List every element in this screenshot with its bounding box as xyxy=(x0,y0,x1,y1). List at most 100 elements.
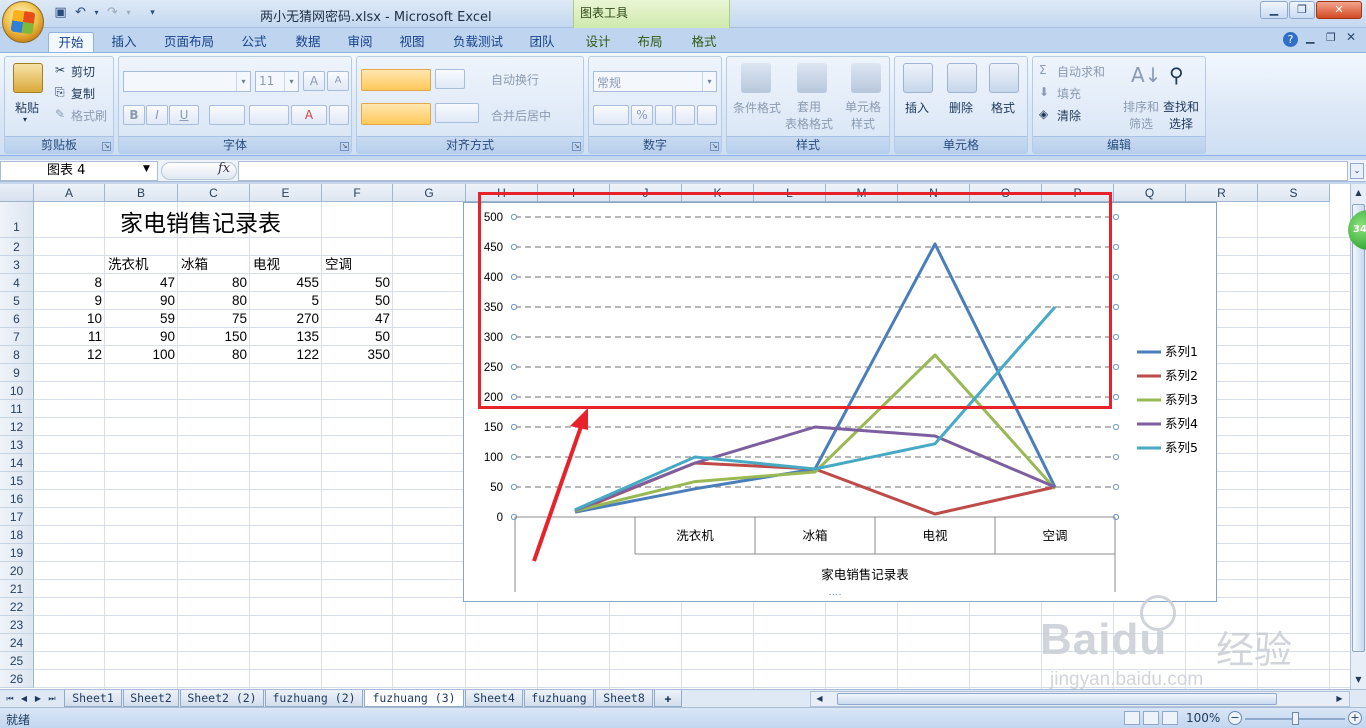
close-button[interactable]: ✕ xyxy=(1316,1,1362,19)
tab-team[interactable]: 团队 xyxy=(522,32,562,52)
right-handle[interactable] xyxy=(1112,333,1120,341)
grow-font-button[interactable]: A xyxy=(303,71,325,91)
normal-view-button[interactable] xyxy=(1124,711,1140,725)
page-layout-view-button[interactable] xyxy=(1143,711,1159,725)
page-break-view-button[interactable] xyxy=(1162,711,1178,725)
font-name-combo[interactable]: ▾ xyxy=(123,71,251,92)
tab-chart-layout[interactable]: 布局 xyxy=(630,32,670,52)
horizontal-align-buttons[interactable] xyxy=(361,103,431,125)
y-axis-handle[interactable] xyxy=(510,303,518,311)
sheet-tab[interactable]: Sheet8 xyxy=(595,690,653,707)
workbook-close-icon[interactable]: ✕ xyxy=(1346,30,1356,44)
name-box-dropdown-icon[interactable]: ▼ xyxy=(143,164,150,174)
orientation-button[interactable] xyxy=(435,69,465,89)
table-cell[interactable]: 80 xyxy=(178,346,250,364)
table-header-cell[interactable]: 空调 xyxy=(325,256,352,274)
y-axis-handle[interactable] xyxy=(510,243,518,251)
vertical-scrollbar[interactable]: ▲ ▼ xyxy=(1350,184,1366,689)
table-cell[interactable]: 10 xyxy=(34,310,105,328)
paste-dropdown-icon[interactable]: ▾ xyxy=(23,115,27,124)
select-all-corner[interactable] xyxy=(0,184,34,202)
column-header[interactable]: F xyxy=(322,184,393,202)
row-header[interactable]: 12 xyxy=(0,418,34,436)
table-cell[interactable]: 135 xyxy=(250,328,322,346)
y-axis-handle[interactable] xyxy=(510,213,518,221)
horizontal-scroll-thumb[interactable] xyxy=(837,693,1277,705)
zoom-in-icon[interactable]: + xyxy=(1348,711,1362,725)
zoom-out-icon[interactable]: − xyxy=(1228,711,1242,725)
ribbon-restore-icon[interactable]: ❐ xyxy=(1326,31,1336,44)
format-painter-button[interactable]: 格式刷 xyxy=(71,107,107,124)
next-sheet-icon[interactable]: ▶ xyxy=(32,692,44,706)
tab-review[interactable]: 审阅 xyxy=(340,32,380,52)
first-sheet-icon[interactable]: ⏮ xyxy=(4,692,16,706)
tab-load-test[interactable]: 负载测试 xyxy=(446,32,510,52)
decrease-decimal-button[interactable] xyxy=(697,105,717,125)
column-header[interactable]: G xyxy=(393,184,466,202)
y-axis-handle[interactable] xyxy=(510,363,518,371)
delete-cells-button[interactable]: 删除 xyxy=(949,99,973,116)
find-select-button[interactable]: 查找和 选择 xyxy=(1163,99,1199,133)
indent-buttons[interactable] xyxy=(435,103,479,123)
tab-data[interactable]: 数据 xyxy=(288,32,328,52)
sheet-tab[interactable]: Sheet2 (2) xyxy=(180,690,264,707)
column-header[interactable]: N xyxy=(898,184,970,202)
scroll-left-icon[interactable]: ◀ xyxy=(813,692,826,706)
table-cell[interactable]: 5 xyxy=(250,292,322,310)
table-cell[interactable]: 122 xyxy=(250,346,322,364)
alignment-launcher-icon[interactable]: ↘ xyxy=(572,142,581,151)
sheet-tab[interactable]: fuzhuang xyxy=(524,690,594,707)
table-cell[interactable]: 150 xyxy=(178,328,250,346)
table-cell[interactable]: 50 xyxy=(322,292,393,310)
tab-view[interactable]: 视图 xyxy=(392,32,432,52)
column-header[interactable]: P xyxy=(1042,184,1114,202)
column-header[interactable]: Q xyxy=(1114,184,1186,202)
save-icon[interactable]: ▣ xyxy=(52,5,69,21)
prev-sheet-icon[interactable]: ◀ xyxy=(18,692,30,706)
right-handle[interactable] xyxy=(1112,273,1120,281)
font-launcher-icon[interactable]: ↘ xyxy=(340,142,349,151)
table-cell[interactable]: 47 xyxy=(322,310,393,328)
zoom-slider-thumb[interactable] xyxy=(1292,712,1299,725)
row-header[interactable]: 18 xyxy=(0,526,34,544)
horizontal-scrollbar[interactable]: ◀ ▶ xyxy=(810,691,1350,707)
row-header[interactable]: 4 xyxy=(0,274,34,292)
paste-icon[interactable] xyxy=(13,63,43,93)
vertical-align-buttons[interactable] xyxy=(361,69,431,91)
tab-home[interactable]: 开始 xyxy=(48,32,94,52)
row-header[interactable]: 23 xyxy=(0,616,34,634)
help-icon[interactable]: ? xyxy=(1283,32,1298,47)
row-header[interactable]: 22 xyxy=(0,598,34,616)
row-header[interactable]: 20 xyxy=(0,562,34,580)
right-handle[interactable] xyxy=(1112,363,1120,371)
column-header[interactable]: J xyxy=(610,184,682,202)
customize-qat-icon[interactable]: ▾ xyxy=(144,5,161,21)
y-axis-handle[interactable] xyxy=(510,333,518,341)
row-header[interactable]: 14 xyxy=(0,454,34,472)
font-name-dropdown-icon[interactable]: ▾ xyxy=(236,72,250,91)
number-format-combo[interactable]: 常规 ▾ xyxy=(593,71,717,92)
insert-cells-button[interactable]: 插入 xyxy=(905,99,929,116)
column-header[interactable]: I xyxy=(538,184,610,202)
cell-styles-button[interactable]: 单元格 样式 xyxy=(845,99,881,133)
sheet-tab[interactable]: Sheet1 xyxy=(64,690,122,707)
tab-chart-design[interactable]: 设计 xyxy=(578,32,618,52)
table-cell[interactable]: 455 xyxy=(250,274,322,292)
restore-button[interactable]: ❐ xyxy=(1289,1,1315,19)
table-cell[interactable]: 50 xyxy=(322,328,393,346)
column-header[interactable]: E xyxy=(250,184,322,202)
table-cell[interactable]: 47 xyxy=(105,274,178,292)
tab-insert[interactable]: 插入 xyxy=(104,32,144,52)
column-header[interactable]: O xyxy=(970,184,1042,202)
right-handle[interactable] xyxy=(1112,423,1120,431)
phonetic-button[interactable] xyxy=(329,105,349,125)
office-button[interactable] xyxy=(2,1,44,43)
fill-color-button[interactable] xyxy=(249,105,289,125)
undo-icon[interactable]: ↶ xyxy=(72,5,89,21)
column-header[interactable]: R xyxy=(1186,184,1258,202)
formula-expand-icon[interactable]: ⌄ xyxy=(1350,163,1364,179)
minimize-button[interactable]: ▁ xyxy=(1260,1,1288,19)
row-header[interactable]: 7 xyxy=(0,328,34,346)
conditional-format-button[interactable]: 条件格式 xyxy=(733,99,781,116)
column-header[interactable]: H xyxy=(466,184,538,202)
